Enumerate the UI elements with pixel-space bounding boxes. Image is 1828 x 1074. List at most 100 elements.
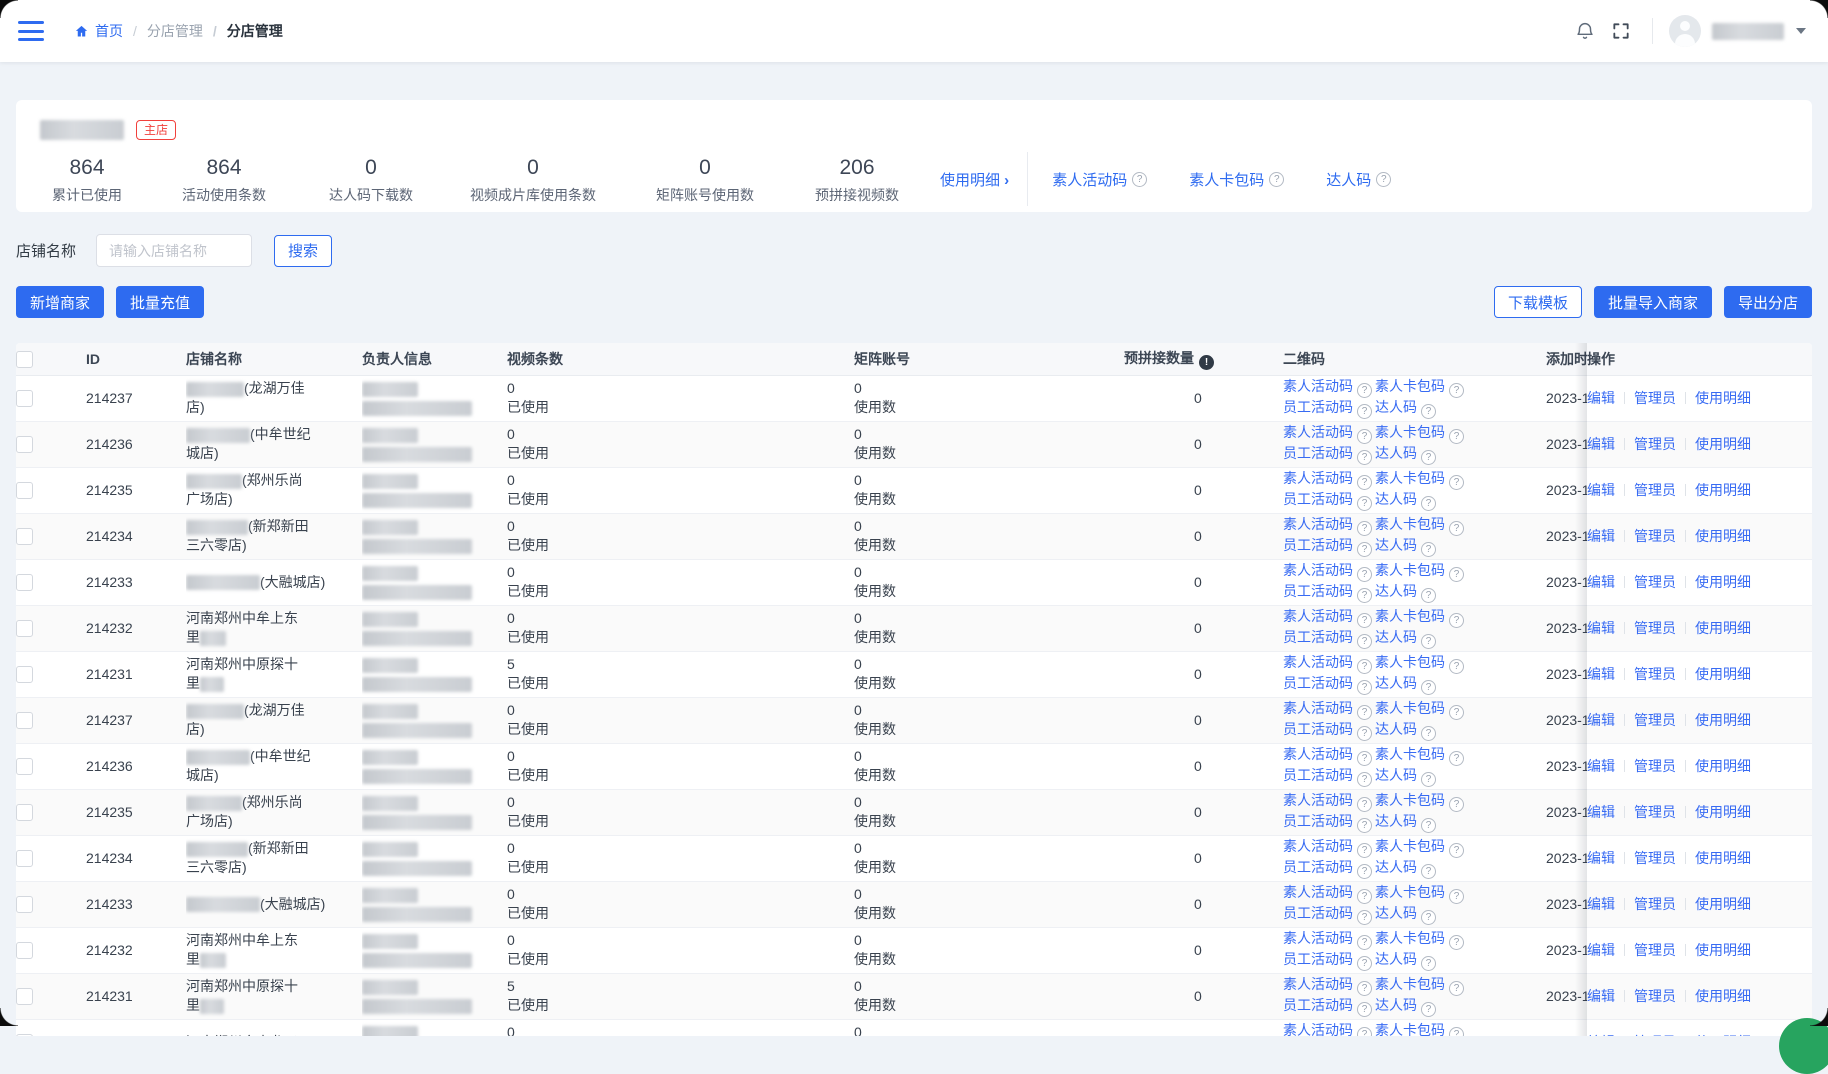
qr-link[interactable]: 员工活动码 [1283, 491, 1353, 507]
qr-link[interactable]: 员工活动码 [1283, 813, 1353, 829]
qr-link[interactable]: 达人码 [1375, 675, 1417, 691]
qr-link[interactable]: 素人卡包码 [1375, 976, 1445, 992]
qr-link[interactable]: 员工活动码 [1283, 399, 1353, 415]
search-button[interactable]: 搜索 [274, 235, 332, 267]
row-checkbox[interactable] [16, 390, 33, 407]
qr-link[interactable]: 素人卡包码 [1375, 700, 1445, 716]
action-edit[interactable]: 编辑 [1587, 850, 1615, 866]
qr-link[interactable]: 素人活动码 [1283, 654, 1353, 670]
help-icon[interactable] [1421, 864, 1436, 879]
help-icon[interactable] [1449, 751, 1464, 766]
qr-link[interactable]: 员工活动码 [1283, 629, 1353, 645]
action-edit[interactable]: 编辑 [1587, 482, 1615, 498]
qr-link[interactable]: 素人活动码 [1283, 976, 1353, 992]
qr-link[interactable]: 素人活动码 [1283, 746, 1353, 762]
help-icon[interactable] [1449, 613, 1464, 628]
action-edit[interactable]: 编辑 [1587, 758, 1615, 774]
row-checkbox[interactable] [16, 942, 33, 959]
help-icon[interactable] [1357, 383, 1372, 398]
action-usage-detail[interactable]: 使用明细 [1676, 666, 1751, 682]
qr-link[interactable]: 达人码 [1375, 905, 1417, 921]
add-merchant-button[interactable]: 新增商家 [16, 286, 104, 318]
help-icon[interactable] [1357, 521, 1372, 536]
help-icon[interactable] [1357, 818, 1372, 833]
help-icon[interactable] [1421, 772, 1436, 787]
help-icon[interactable] [1449, 475, 1464, 490]
help-icon[interactable] [1357, 496, 1372, 511]
download-template-button[interactable]: 下载模板 [1494, 286, 1582, 318]
qr-link[interactable]: 员工活动码 [1283, 859, 1353, 875]
action-edit[interactable]: 编辑 [1587, 1034, 1615, 1036]
suren-cardpack-code-link[interactable]: 素人卡包码 [1189, 169, 1284, 190]
row-checkbox[interactable] [16, 988, 33, 1005]
action-admin[interactable]: 管理员 [1615, 850, 1676, 866]
help-icon[interactable] [1357, 1002, 1372, 1017]
qr-link[interactable]: 素人活动码 [1283, 470, 1353, 486]
help-icon[interactable] [1357, 726, 1372, 741]
export-branch-button[interactable]: 导出分店 [1724, 286, 1812, 318]
help-icon[interactable] [1449, 429, 1464, 444]
help-icon[interactable] [1357, 705, 1372, 720]
help-icon[interactable] [1421, 404, 1436, 419]
qr-link[interactable]: 员工活动码 [1283, 583, 1353, 599]
action-usage-detail[interactable]: 使用明细 [1676, 1034, 1751, 1036]
help-icon[interactable] [1449, 889, 1464, 904]
action-admin[interactable]: 管理员 [1615, 620, 1676, 636]
row-checkbox[interactable] [16, 436, 33, 453]
qr-link[interactable]: 员工活动码 [1283, 675, 1353, 691]
help-icon[interactable] [1357, 450, 1372, 465]
help-icon[interactable] [1132, 172, 1147, 187]
qr-link[interactable]: 素人活动码 [1283, 930, 1353, 946]
action-usage-detail[interactable]: 使用明细 [1676, 712, 1751, 728]
store-name-input[interactable] [96, 234, 252, 267]
help-icon[interactable] [1449, 521, 1464, 536]
qr-link[interactable]: 达人码 [1375, 997, 1417, 1013]
qr-link[interactable]: 素人卡包码 [1375, 562, 1445, 578]
qr-link[interactable]: 达人码 [1375, 491, 1417, 507]
action-edit[interactable]: 编辑 [1587, 390, 1615, 406]
action-edit[interactable]: 编辑 [1587, 896, 1615, 912]
action-admin[interactable]: 管理员 [1615, 988, 1676, 1004]
qr-link[interactable]: 素人卡包码 [1375, 608, 1445, 624]
help-icon[interactable] [1357, 910, 1372, 925]
action-usage-detail[interactable]: 使用明细 [1676, 896, 1751, 912]
row-checkbox[interactable] [16, 620, 33, 637]
help-icon[interactable] [1449, 659, 1464, 674]
action-admin[interactable]: 管理员 [1615, 528, 1676, 544]
action-edit[interactable]: 编辑 [1587, 574, 1615, 590]
help-icon[interactable] [1357, 864, 1372, 879]
action-admin[interactable]: 管理员 [1615, 804, 1676, 820]
bell-icon[interactable] [1570, 16, 1600, 46]
action-usage-detail[interactable]: 使用明细 [1676, 528, 1751, 544]
action-admin[interactable]: 管理员 [1615, 436, 1676, 452]
help-icon[interactable] [1357, 751, 1372, 766]
help-icon[interactable] [1421, 680, 1436, 695]
help-icon[interactable] [1421, 496, 1436, 511]
qr-link[interactable]: 素人活动码 [1283, 516, 1353, 532]
qr-link[interactable]: 达人码 [1375, 859, 1417, 875]
floating-chat-widget[interactable] [1779, 1018, 1828, 1074]
qr-link[interactable]: 达人码 [1375, 813, 1417, 829]
qr-link[interactable]: 素人卡包码 [1375, 838, 1445, 854]
qr-link[interactable]: 素人卡包码 [1375, 930, 1445, 946]
user-avatar[interactable] [1669, 15, 1701, 47]
action-admin[interactable]: 管理员 [1615, 574, 1676, 590]
action-usage-detail[interactable]: 使用明细 [1676, 390, 1751, 406]
help-icon[interactable] [1357, 567, 1372, 582]
qr-link[interactable]: 员工活动码 [1283, 537, 1353, 553]
usage-detail-link[interactable]: 使用明细 [940, 169, 1009, 190]
qr-link[interactable]: 素人活动码 [1283, 378, 1353, 394]
qr-link[interactable]: 素人活动码 [1283, 1022, 1353, 1036]
qr-link[interactable]: 素人活动码 [1283, 838, 1353, 854]
help-icon[interactable] [1449, 935, 1464, 950]
help-icon[interactable] [1421, 450, 1436, 465]
help-icon[interactable] [1421, 542, 1436, 557]
action-edit[interactable]: 编辑 [1587, 988, 1615, 1004]
help-icon[interactable] [1357, 935, 1372, 950]
qr-link[interactable]: 素人活动码 [1283, 792, 1353, 808]
qr-link[interactable]: 员工活动码 [1283, 997, 1353, 1013]
qr-link[interactable]: 素人卡包码 [1375, 470, 1445, 486]
action-usage-detail[interactable]: 使用明细 [1676, 436, 1751, 452]
row-checkbox[interactable] [16, 896, 33, 913]
qr-link[interactable]: 达人码 [1375, 399, 1417, 415]
